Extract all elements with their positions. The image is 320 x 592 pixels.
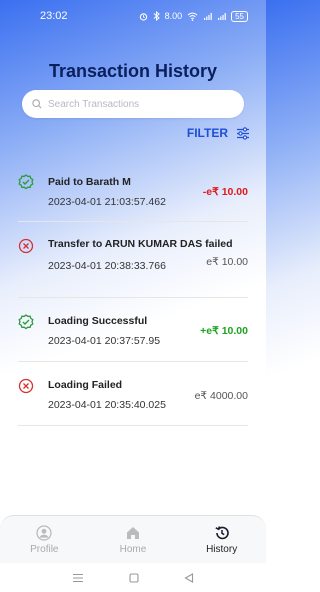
list-item[interactable]: Loading Successful 2023-04-01 20:37:57.9… (18, 298, 248, 362)
profile-icon (36, 524, 52, 541)
check-badge-icon (18, 298, 38, 361)
bottom-nav: Profile Home History (0, 515, 266, 563)
sliders-icon (237, 126, 249, 140)
status-icons: 8.00 55 (139, 10, 248, 22)
transaction-amount: e₹ 10.00 (206, 256, 248, 268)
list-item[interactable]: Paid to Barath M 2023-04-01 21:03:57.462… (18, 158, 248, 222)
list-item[interactable]: Loading Failed 2023-04-01 20:35:40.025 e… (18, 362, 248, 426)
transaction-name: Transfer to ARUN KUMAR DAS failed (48, 238, 233, 250)
signal-icon-2 (218, 12, 226, 20)
bluetooth-icon (153, 11, 160, 21)
transaction-amount: e₹ 4000.00 (194, 390, 248, 402)
home-icon (126, 526, 139, 539)
status-bar: 23:02 8.00 55 (0, 0, 266, 32)
transaction-list: Paid to Barath M 2023-04-01 21:03:57.462… (18, 158, 248, 426)
nav-label-home: Home (119, 543, 147, 555)
data-speed: 8.00 (164, 11, 183, 21)
status-time: 23:02 (40, 10, 68, 22)
filter-button[interactable]: FILTER (187, 126, 250, 140)
search-icon (32, 99, 42, 109)
transaction-amount: +e₹ 10.00 (200, 325, 248, 337)
system-nav-bar (0, 563, 266, 592)
wifi-icon (187, 12, 198, 21)
history-icon (215, 525, 229, 539)
menu-icon[interactable] (72, 573, 84, 583)
filter-label: FILTER (186, 126, 228, 140)
page-title: Transaction History (48, 61, 218, 81)
transaction-amount: -e₹ 10.00 (202, 186, 248, 198)
nav-item-history[interactable]: History (187, 525, 257, 555)
alarm-icon (139, 12, 147, 21)
nav-item-home[interactable]: Home (98, 525, 168, 555)
error-circle-icon (18, 362, 38, 425)
search-input[interactable] (48, 98, 228, 110)
nav-label-history: History (206, 543, 238, 555)
check-badge-icon (18, 158, 38, 221)
home-square-icon[interactable] (129, 572, 139, 583)
nav-label-profile: Profile (30, 543, 59, 555)
list-item[interactable]: Transfer to ARUN KUMAR DAS failed 2023-0… (18, 222, 248, 298)
back-icon[interactable] (184, 572, 194, 583)
nav-item-profile[interactable]: Profile (9, 524, 79, 555)
battery-icon: 55 (231, 10, 248, 22)
search-bar[interactable] (22, 90, 244, 118)
error-circle-icon (18, 222, 38, 297)
signal-icon (204, 12, 212, 20)
